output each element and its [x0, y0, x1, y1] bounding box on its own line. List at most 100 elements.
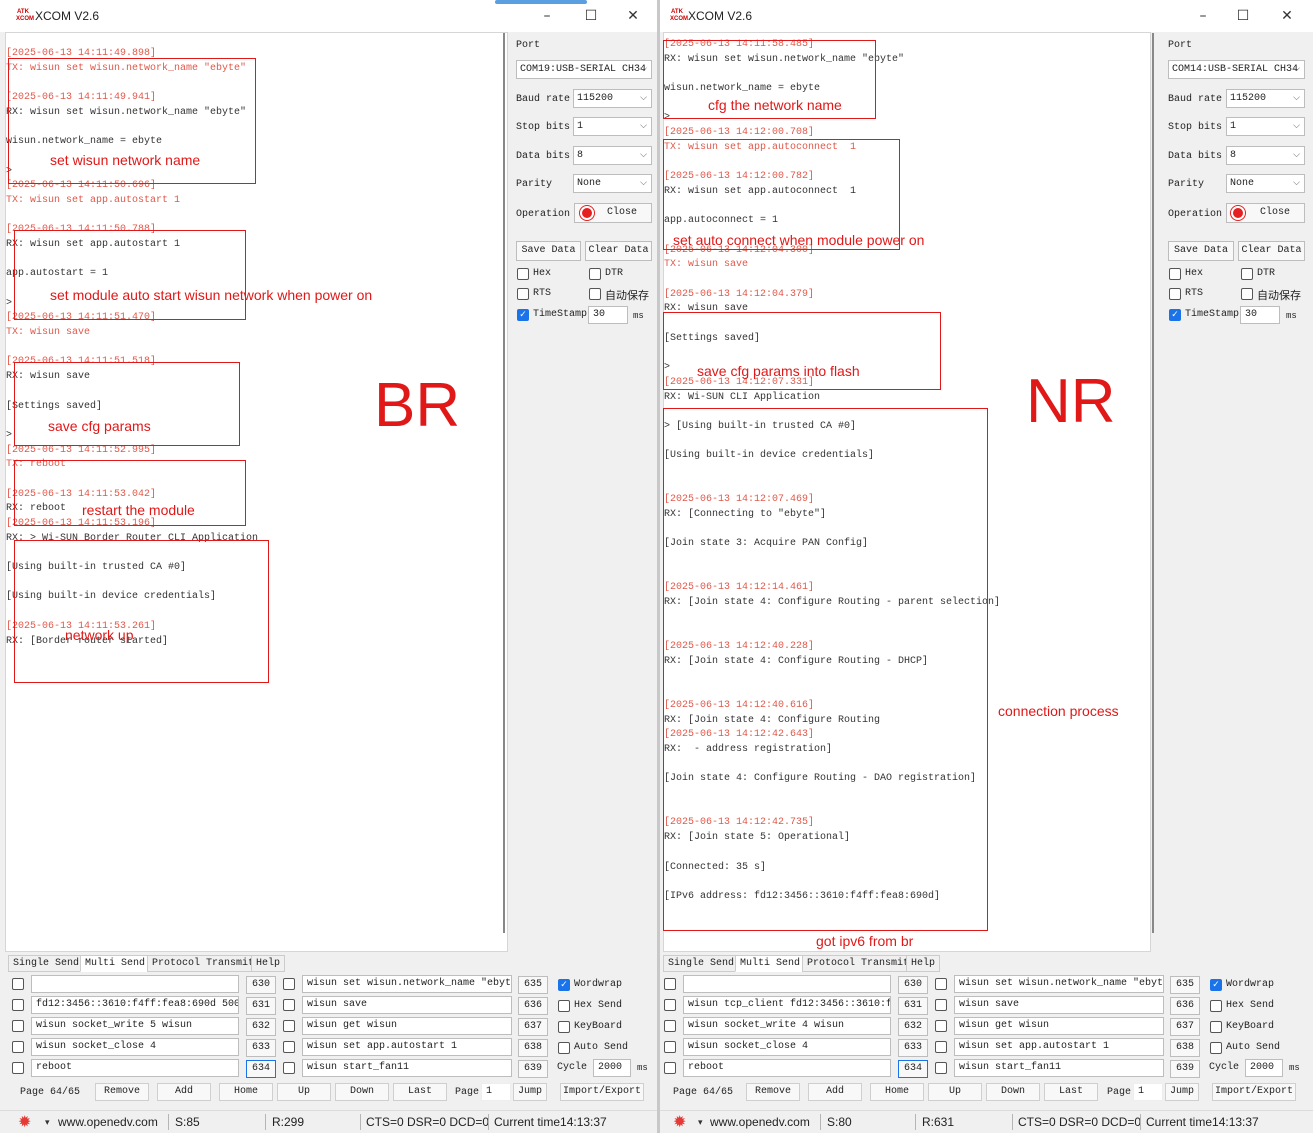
send-command-input[interactable]: reboot [31, 1059, 239, 1077]
send-number-button[interactable]: 633 [246, 1039, 276, 1057]
send-row-checkbox[interactable] [283, 1062, 295, 1074]
timestamp-interval-input[interactable]: 30 [588, 306, 628, 324]
send-number-button[interactable]: 631 [898, 997, 928, 1015]
rts-checkbox[interactable] [1169, 288, 1181, 300]
send-number-button[interactable]: 634 [898, 1060, 928, 1078]
send-command-input[interactable]: wisun save [954, 996, 1164, 1014]
clear-data-button[interactable]: Clear Data [585, 241, 652, 261]
send-command-input[interactable]: wisun socket_close 4 [31, 1038, 239, 1056]
send-row-checkbox[interactable] [12, 999, 24, 1011]
chevron-down-icon[interactable]: ▾ [45, 1111, 50, 1133]
tab-single-send[interactable]: Single Send [8, 955, 85, 972]
send-command-input[interactable]: wisun tcp_client fd12:3456::3610:f4f [683, 996, 891, 1014]
jump-button[interactable]: Jump [513, 1083, 547, 1101]
scrollbar[interactable] [503, 33, 505, 933]
website-link[interactable]: www.openedv.com [58, 1111, 158, 1133]
auto-send-checkbox[interactable] [558, 1042, 570, 1054]
send-row-checkbox[interactable] [935, 1020, 947, 1032]
send-number-button[interactable]: 638 [1170, 1039, 1200, 1057]
port-select[interactable]: COM19:USB-SERIAL CH34 ⌵ [516, 60, 652, 79]
send-row-checkbox[interactable] [12, 1020, 24, 1032]
add-button[interactable]: Add [157, 1083, 211, 1101]
hex-send-checkbox[interactable] [1210, 1000, 1222, 1012]
send-command-input[interactable]: wisun get wisun [302, 1017, 512, 1035]
tab-protocol-transmit[interactable]: Protocol Transmit [147, 955, 260, 972]
scrollbar[interactable] [1152, 33, 1154, 933]
autosave-checkbox[interactable] [589, 288, 601, 300]
home-button[interactable]: Home [219, 1083, 273, 1101]
last-button[interactable]: Last [393, 1083, 447, 1101]
send-number-button[interactable]: 632 [898, 1018, 928, 1036]
page-number-input[interactable]: 1 [1133, 1083, 1163, 1101]
clear-data-button[interactable]: Clear Data [1238, 241, 1305, 261]
send-number-button[interactable]: 634 [246, 1060, 276, 1078]
timestamp-interval-input[interactable]: 30 [1240, 306, 1280, 324]
send-command-input[interactable]: reboot [683, 1059, 891, 1077]
remove-button[interactable]: Remove [95, 1083, 149, 1101]
send-command-input[interactable]: wisun start_fan11 [954, 1059, 1164, 1077]
dtr-checkbox[interactable] [589, 268, 601, 280]
up-button[interactable]: Up [277, 1083, 331, 1101]
send-number-button[interactable]: 637 [1170, 1018, 1200, 1036]
send-number-button[interactable]: 636 [518, 997, 548, 1015]
maximize-icon[interactable]: ☐ [1230, 5, 1256, 27]
down-button[interactable]: Down [335, 1083, 389, 1101]
send-command-input[interactable]: wisun set app.autostart 1 [302, 1038, 512, 1056]
send-command-input[interactable]: wisun set app.autostart 1 [954, 1038, 1164, 1056]
gear-icon[interactable]: ✹ [673, 1111, 686, 1133]
hex-send-checkbox[interactable] [558, 1000, 570, 1012]
tab-help[interactable]: Help [251, 955, 286, 972]
remove-button[interactable]: Remove [746, 1083, 800, 1101]
send-command-input[interactable] [31, 975, 239, 993]
tab-single-send[interactable]: Single Send [663, 955, 740, 972]
home-button[interactable]: Home [870, 1083, 924, 1101]
send-row-checkbox[interactable] [12, 1041, 24, 1053]
import-export-button[interactable]: Import/Export [1212, 1083, 1296, 1101]
stop-bits-select[interactable]: 1 ⌵ [1226, 117, 1305, 136]
page-number-input[interactable]: 1 [481, 1083, 511, 1101]
dtr-checkbox[interactable] [1241, 268, 1253, 280]
send-command-input[interactable]: wisun set wisun.network_name "ebyte" [954, 975, 1164, 993]
parity-select[interactable]: None ⌵ [1226, 174, 1305, 193]
add-button[interactable]: Add [808, 1083, 862, 1101]
parity-select[interactable]: None ⌵ [573, 174, 652, 193]
send-number-button[interactable]: 631 [246, 997, 276, 1015]
send-row-checkbox[interactable] [283, 999, 295, 1011]
down-button[interactable]: Down [986, 1083, 1040, 1101]
send-row-checkbox[interactable] [283, 1041, 295, 1053]
send-row-checkbox[interactable] [664, 999, 676, 1011]
data-bits-select[interactable]: 8 ⌵ [573, 146, 652, 165]
up-button[interactable]: Up [928, 1083, 982, 1101]
keyboard-checkbox[interactable] [1210, 1021, 1222, 1033]
cycle-input[interactable]: 2000 [593, 1059, 631, 1077]
send-row-checkbox[interactable] [664, 1020, 676, 1032]
send-row-checkbox[interactable] [935, 978, 947, 990]
rts-checkbox[interactable] [517, 288, 529, 300]
close-icon[interactable]: ✕ [620, 5, 646, 27]
send-number-button[interactable]: 637 [518, 1018, 548, 1036]
send-row-checkbox[interactable] [935, 999, 947, 1011]
close-icon[interactable]: ✕ [1274, 5, 1300, 27]
send-number-button[interactable]: 639 [518, 1060, 548, 1078]
send-command-input[interactable] [683, 975, 891, 993]
wordwrap-checkbox[interactable]: ✓ [1210, 979, 1222, 991]
tab-multi-send[interactable]: Multi Send [80, 955, 151, 972]
send-row-checkbox[interactable] [935, 1041, 947, 1053]
send-number-button[interactable]: 630 [246, 976, 276, 994]
last-button[interactable]: Last [1044, 1083, 1098, 1101]
send-row-checkbox[interactable] [664, 978, 676, 990]
tab-protocol-transmit[interactable]: Protocol Transmit [802, 955, 915, 972]
minimize-icon[interactable]: – [534, 5, 560, 27]
baud-select[interactable]: 115200 ⌵ [573, 89, 652, 108]
timestamp-checkbox[interactable]: ✓ [517, 309, 529, 321]
send-number-button[interactable]: 638 [518, 1039, 548, 1057]
send-number-button[interactable]: 630 [898, 976, 928, 994]
send-row-checkbox[interactable] [283, 978, 295, 990]
save-data-button[interactable]: Save Data [516, 241, 581, 261]
send-number-button[interactable]: 635 [518, 976, 548, 994]
jump-button[interactable]: Jump [1165, 1083, 1199, 1101]
send-command-input[interactable]: wisun socket_write 5 wisun [31, 1017, 239, 1035]
send-command-input[interactable]: wisun socket_write 4 wisun [683, 1017, 891, 1035]
send-row-checkbox[interactable] [12, 978, 24, 990]
timestamp-checkbox[interactable]: ✓ [1169, 309, 1181, 321]
